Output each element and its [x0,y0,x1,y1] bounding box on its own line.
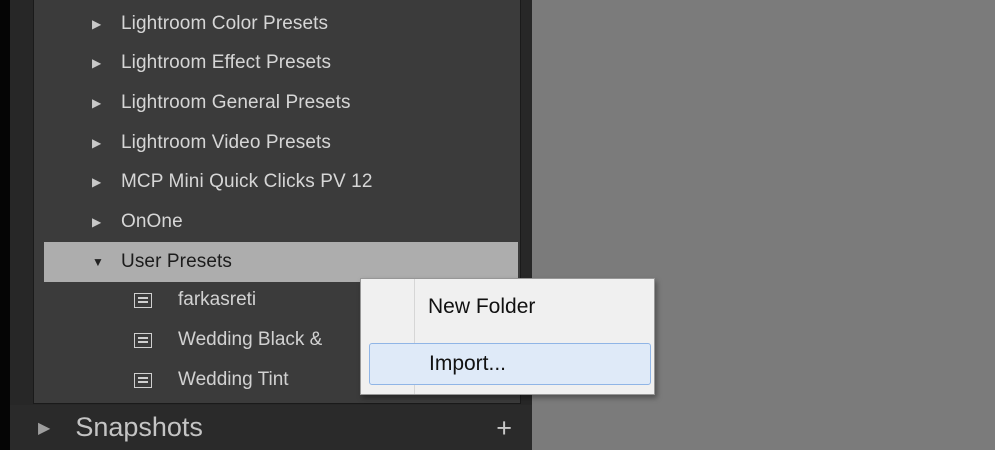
menu-item-new-folder[interactable]: New Folder [369,286,651,328]
preset-grid-icon [134,292,152,308]
preset-grid-icon [134,332,152,348]
window-edge [0,0,10,450]
preset-folder-lightroom-general[interactable]: ▶ Lightroom General Presets [44,83,518,123]
preset-folder-label: Lightroom Video Presets [121,132,332,153]
context-menu: New Folder Import... [360,278,655,395]
preset-folder-label: Lightroom Color Presets [121,13,329,34]
menu-item-import[interactable]: Import... [369,343,651,385]
triangle-right-icon[interactable]: ▶ [92,176,106,188]
triangle-right-icon[interactable]: ▶ [38,418,50,438]
add-snapshot-button[interactable]: + [496,413,512,444]
preset-folder-label: User Presets [121,251,233,272]
snapshots-panel-header[interactable]: ▶ Snapshots + [10,405,532,450]
preset-folder-lightroom-video[interactable]: ▶ Lightroom Video Presets [44,123,518,163]
triangle-right-icon[interactable]: ▶ [92,137,106,149]
menu-item-label: Import... [429,352,507,375]
menu-item-label: New Folder [428,295,536,318]
triangle-right-icon[interactable]: ▶ [92,97,106,109]
preset-folder-label: Lightroom Effect Presets [121,52,332,73]
preset-folder-user-presets[interactable]: ▼ User Presets [44,242,518,282]
triangle-right-icon[interactable]: ▶ [92,216,106,228]
preset-item-label: Wedding Black & [178,329,323,350]
preset-folder-lightroom-effect[interactable]: ▶ Lightroom Effect Presets [44,43,518,83]
preset-item-label: farkasreti [178,289,257,310]
preset-folder-label: Lightroom General Presets [121,92,351,113]
triangle-right-icon[interactable]: ▶ [92,18,106,30]
preset-grid-icon [134,372,152,388]
lightroom-window: ▶ Lightroom Color Presets ▶ Lightroom Ef… [0,0,995,450]
triangle-down-icon[interactable]: ▼ [92,256,106,268]
preset-folder-label: OnOne [121,211,183,232]
triangle-right-icon[interactable]: ▶ [92,57,106,69]
preset-folder-label: MCP Mini Quick Clicks PV 12 [121,171,373,192]
preset-folder-onone[interactable]: ▶ OnOne [44,202,518,242]
preset-item-label: Wedding Tint [178,369,289,390]
preset-folder-mcp-mini[interactable]: ▶ MCP Mini Quick Clicks PV 12 [44,162,518,202]
preset-folder-lightroom-color[interactable]: ▶ Lightroom Color Presets [44,4,518,44]
snapshots-label: Snapshots [75,412,203,442]
